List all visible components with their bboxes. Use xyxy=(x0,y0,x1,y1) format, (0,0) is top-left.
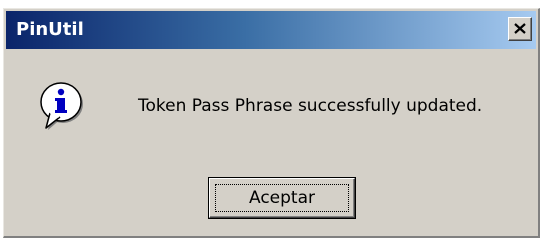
close-button[interactable] xyxy=(508,17,532,41)
aceptar-button-label: Aceptar xyxy=(249,188,315,208)
window-title: PinUtil xyxy=(16,19,84,40)
title-bar[interactable]: PinUtil xyxy=(6,11,536,49)
message-text: Token Pass Phrase successfully updated. xyxy=(138,96,483,116)
information-icon xyxy=(38,82,86,134)
aceptar-button[interactable]: Aceptar xyxy=(208,177,356,219)
message-dialog: PinUtil Token Pass Phrase successfully u… xyxy=(3,8,540,238)
close-x-icon xyxy=(514,23,526,34)
